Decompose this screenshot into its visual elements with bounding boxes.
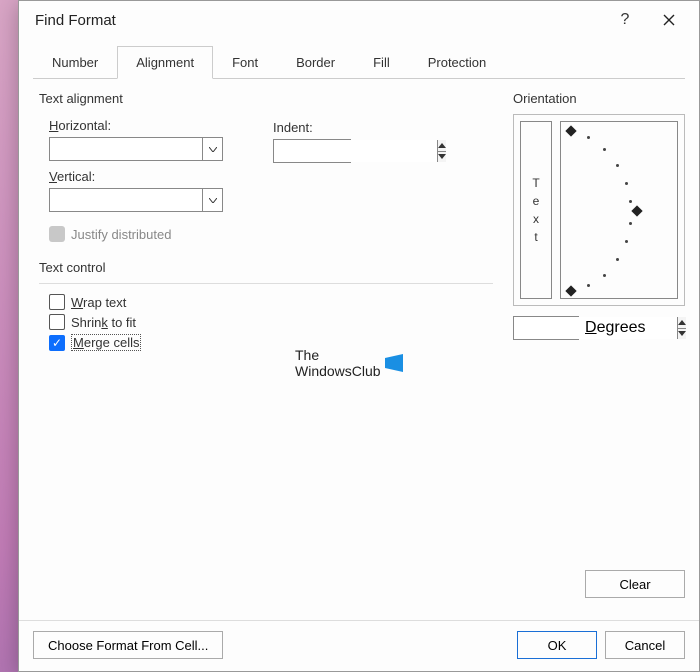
help-button[interactable]: ? [603,4,647,36]
tab-border[interactable]: Border [277,46,354,79]
tab-fill[interactable]: Fill [354,46,409,79]
dial-dot [616,164,619,167]
horizontal-dropdown-button[interactable] [202,138,222,160]
indent-up-button[interactable] [438,140,446,151]
merge-cells-row[interactable]: ✓ Merge cells [49,334,493,351]
tab-number[interactable]: Number [33,46,117,79]
dial-dot [629,200,632,203]
merge-cells-label: Merge cells [71,334,141,351]
dial-marker [565,285,576,296]
justify-distributed-row: Justify distributed [49,226,493,242]
wrap-text-row[interactable]: Wrap text [49,294,493,310]
close-button[interactable] [647,4,691,36]
tab-alignment[interactable]: Alignment [117,46,213,79]
shrink-to-fit-label: Shrink to fit [71,315,136,330]
vertical-combo[interactable] [49,188,223,212]
shrink-to-fit-row[interactable]: Shrink to fit [49,314,493,330]
right-column: Orientation T e x t [513,87,685,570]
dial-dot [603,148,606,151]
text-alignment-label: Text alignment [39,91,493,106]
dial-marker [631,205,642,216]
dial-dot [587,136,590,139]
dial-marker [565,125,576,136]
vertical-dropdown-button[interactable] [202,189,222,211]
triangle-down-icon [438,154,446,159]
titlebar: Find Format ? [19,1,699,39]
indent-input[interactable] [274,140,437,162]
dialog-footer: Choose Format From Cell... OK Cancel [19,620,699,671]
watermark: The WindowsClub [295,347,403,379]
dial-dot [625,182,628,185]
tab-strip: Number Alignment Font Border Fill Protec… [33,45,685,79]
wrap-text-checkbox[interactable] [49,294,65,310]
ok-button[interactable]: OK [517,631,597,659]
left-column: Text alignment Horizontal: Vertical: [33,87,493,570]
orientation-label: Orientation [513,91,685,106]
chevron-down-icon [209,147,217,152]
chevron-down-icon [209,198,217,203]
indent-label: Indent: [273,120,351,135]
dial-dot [603,274,606,277]
triangle-up-icon [438,143,446,148]
indent-down-button[interactable] [438,151,446,163]
tab-body: Text alignment Horizontal: Vertical: [33,87,685,570]
justify-distributed-checkbox [49,226,65,242]
windowsclub-icon [385,354,403,372]
degrees-down-button[interactable] [678,328,686,340]
dial-dot [616,258,619,261]
clear-button[interactable]: Clear [585,570,685,598]
triangle-up-icon [678,320,686,325]
dial-dot [629,222,632,225]
dial-dot [625,240,628,243]
close-icon [663,14,675,26]
cancel-button[interactable]: Cancel [605,631,685,659]
content-area: Number Alignment Font Border Fill Protec… [19,39,699,620]
orientation-box: T e x t [513,114,685,306]
degrees-label: Degrees [585,319,645,337]
horizontal-combo[interactable] [49,137,223,161]
merge-cells-checkbox[interactable]: ✓ [49,335,65,351]
dial-dot [587,284,590,287]
check-icon: ✓ [52,337,62,349]
choose-format-button[interactable]: Choose Format From Cell... [33,631,223,659]
vertical-text-button[interactable]: T e x t [520,121,552,299]
horizontal-label: Horizontal: [49,118,223,133]
degrees-spinner[interactable] [513,316,579,340]
indent-spinner[interactable] [273,139,351,163]
shrink-to-fit-checkbox[interactable] [49,314,65,330]
dialog-title: Find Format [35,12,603,29]
justify-distributed-label: Justify distributed [71,227,171,242]
vertical-label: Vertical: [49,169,223,184]
wrap-text-label: Wrap text [71,295,126,310]
tab-protection[interactable]: Protection [409,46,506,79]
degrees-up-button[interactable] [678,317,686,328]
triangle-down-icon [678,331,686,336]
text-control-label: Text control [39,260,493,275]
tab-font[interactable]: Font [213,46,277,79]
orientation-dial[interactable] [560,121,678,299]
find-format-dialog: Find Format ? Number Alignment Font Bord… [18,0,700,672]
degrees-row: Degrees [513,316,685,340]
